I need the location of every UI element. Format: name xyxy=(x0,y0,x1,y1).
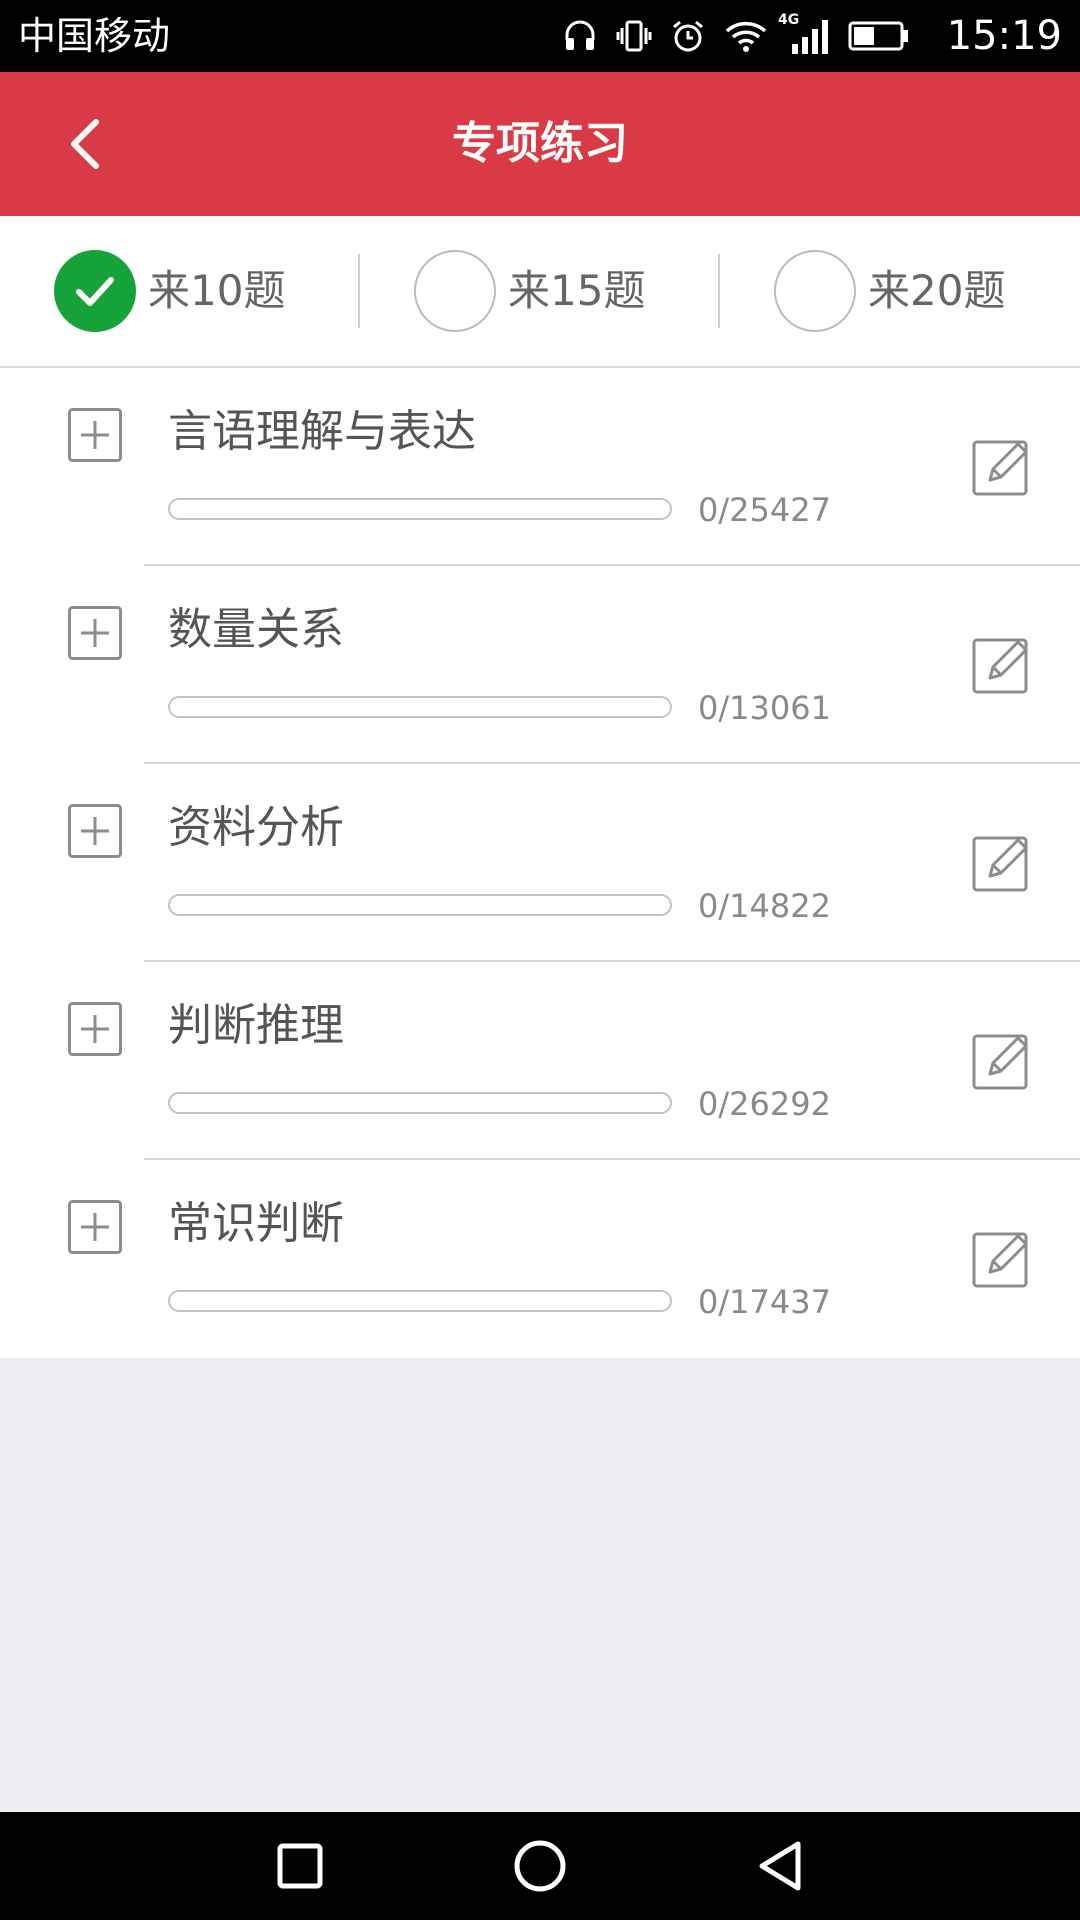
edit-icon[interactable] xyxy=(972,1030,1034,1092)
edit-icon[interactable] xyxy=(972,1228,1034,1290)
radio-unchecked[interactable] xyxy=(414,250,496,332)
page-title: 专项练习 xyxy=(452,118,628,169)
edit-icon[interactable] xyxy=(972,832,1034,894)
headphones-icon xyxy=(565,20,595,50)
category-name: 言语理解与表达 xyxy=(168,406,476,457)
list-item[interactable]: 常识判断 0/17437 xyxy=(0,1160,1080,1358)
progress-bar xyxy=(168,498,672,520)
expand-plus-icon[interactable] xyxy=(68,1002,122,1056)
divider xyxy=(718,254,720,328)
option-label: 来10题 xyxy=(148,266,286,315)
recents-square-icon[interactable] xyxy=(270,1836,330,1896)
list-item[interactable]: 资料分析 0/14822 xyxy=(0,764,1080,962)
progress-bar xyxy=(168,894,672,916)
navigation-bar xyxy=(0,1812,1080,1920)
carrier-name: 中国移动 xyxy=(18,14,171,58)
category-name: 常识判断 xyxy=(168,1198,344,1249)
status-icons: 4G xyxy=(562,12,910,60)
progress-count: 0/25427 xyxy=(698,491,831,529)
expand-plus-icon[interactable] xyxy=(68,1200,122,1254)
progress-bar xyxy=(168,1290,672,1312)
expand-plus-icon[interactable] xyxy=(68,804,122,858)
list-item[interactable]: 判断推理 0/26292 xyxy=(0,962,1080,1160)
vibrate-icon xyxy=(616,20,652,52)
clock: 15:19 xyxy=(946,13,1062,59)
category-name: 数量关系 xyxy=(168,604,344,655)
header: 专项练习 xyxy=(0,72,1080,216)
category-name: 判断推理 xyxy=(168,1000,344,1051)
category-list: 言语理解与表达 0/25427 数量关系 0/13061 资料分析 0/1482… xyxy=(0,368,1080,1358)
progress-count: 0/26292 xyxy=(698,1085,831,1123)
signal-icon: 4G xyxy=(778,12,830,56)
progress-count: 0/17437 xyxy=(698,1283,831,1321)
wifi-icon xyxy=(725,21,767,52)
divider xyxy=(358,254,360,328)
category-name: 资料分析 xyxy=(168,802,344,853)
battery-icon xyxy=(848,21,908,51)
progress-count: 0/14822 xyxy=(698,887,831,925)
option-20-questions[interactable]: 来20题 xyxy=(774,248,1005,334)
checkmark-icon xyxy=(76,277,114,306)
progress-count: 0/13061 xyxy=(698,689,831,727)
progress-bar xyxy=(168,1092,672,1114)
radio-unchecked[interactable] xyxy=(774,250,856,332)
radio-checked[interactable] xyxy=(54,250,136,332)
option-label: 来15题 xyxy=(508,266,646,315)
option-15-questions[interactable]: 来15题 xyxy=(414,248,645,334)
option-10-questions[interactable]: 来10题 xyxy=(54,248,285,334)
expand-plus-icon[interactable] xyxy=(68,606,122,660)
progress-bar xyxy=(168,696,672,718)
edit-icon[interactable] xyxy=(972,634,1034,696)
list-item[interactable]: 数量关系 0/13061 xyxy=(0,566,1080,764)
alarm-icon xyxy=(673,20,703,52)
edit-icon[interactable] xyxy=(972,436,1034,498)
expand-plus-icon[interactable] xyxy=(68,408,122,462)
option-label: 来20题 xyxy=(868,266,1006,315)
back-triangle-icon[interactable] xyxy=(750,1836,810,1896)
list-item[interactable]: 言语理解与表达 0/25427 xyxy=(0,368,1080,566)
question-count-selector: 来10题 来15题 来20题 xyxy=(0,216,1080,368)
status-bar: 中国移动 4G 15:19 xyxy=(0,0,1080,72)
home-circle-icon[interactable] xyxy=(510,1836,570,1896)
